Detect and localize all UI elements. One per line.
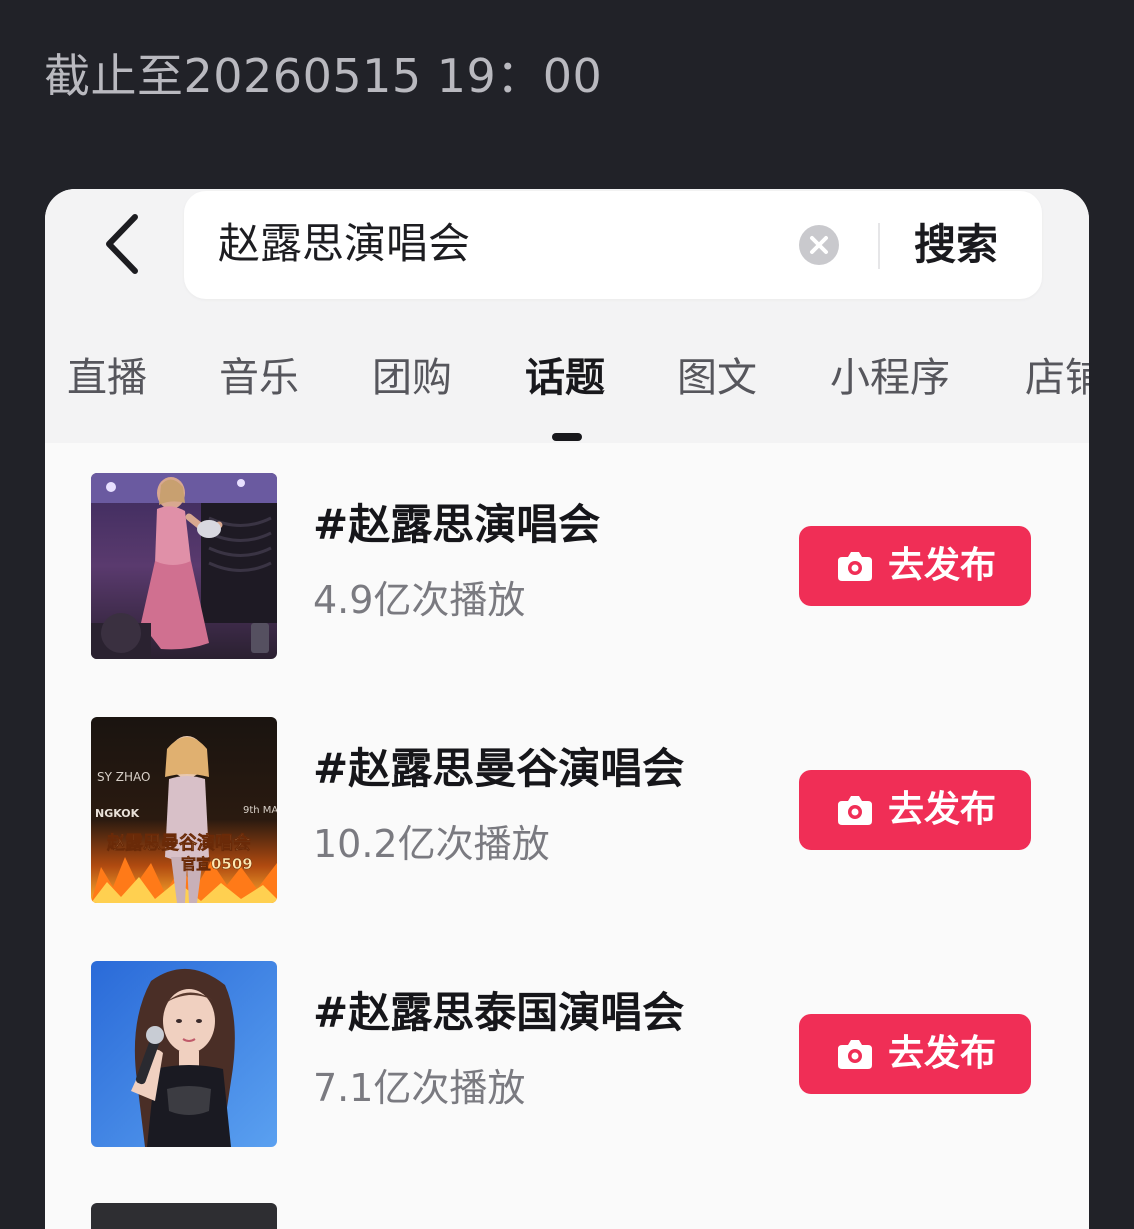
- publish-button[interactable]: 去发布: [799, 1014, 1031, 1094]
- topic-row[interactable]: #赵露思演唱会 4.9亿次播放 去发布: [45, 443, 1089, 687]
- topic-play-count: 10.2亿次播放: [313, 822, 550, 866]
- search-divider: [878, 223, 880, 269]
- publish-button-label: 去发布: [887, 1033, 996, 1074]
- publish-button-label: 去发布: [887, 789, 996, 830]
- search-input[interactable]: [218, 214, 778, 274]
- tab-shops[interactable]: 店铺: [1025, 345, 1089, 411]
- topic-row[interactable]: #赵露思泰国演唱会 7.1亿次播放 去发布: [45, 931, 1089, 1175]
- poster-date-text: 9th MA: [243, 805, 277, 816]
- topic-title[interactable]: #赵露思曼谷演唱会: [313, 739, 684, 799]
- search-box: 搜索: [184, 191, 1042, 299]
- publish-button-label: 去发布: [887, 545, 996, 586]
- tab-live[interactable]: 直播: [67, 345, 147, 411]
- tab-image-text[interactable]: 图文: [677, 345, 757, 411]
- search-button[interactable]: 搜索: [914, 213, 998, 277]
- topic-row[interactable]: SY ZHAO NGKOK 9th MA 赵露思曼谷演唱会 官宣0509 #赵露…: [45, 687, 1089, 931]
- category-tabs: 直播 音乐 团购 话题 图文 小程序 店铺: [45, 345, 1089, 411]
- poster-headline-text: 赵露思曼谷演唱会: [106, 832, 251, 854]
- topic-title[interactable]: #赵露思泰国演唱会: [313, 983, 684, 1043]
- tab-music[interactable]: 音乐: [219, 345, 299, 411]
- chevron-left-icon: [106, 214, 138, 274]
- poster-name-text: SY ZHAO: [97, 770, 150, 784]
- topic-thumbnail[interactable]: [91, 961, 277, 1147]
- screenshot-caption: 截止至20260515 19：00: [44, 49, 603, 103]
- poster-subline-text: 官宣0509: [181, 855, 253, 873]
- camera-icon: [837, 796, 872, 825]
- publish-button[interactable]: 去发布: [799, 526, 1031, 606]
- topic-thumbnail[interactable]: [91, 473, 277, 659]
- singer-with-microphone-photo: [91, 961, 277, 1147]
- topic-thumbnail[interactable]: SY ZHAO NGKOK 9th MA 赵露思曼谷演唱会 官宣0509: [91, 717, 277, 903]
- douyin-search-card: 搜索 直播 音乐 团购 话题 图文 小程序 店铺: [45, 189, 1089, 1229]
- camera-icon: [837, 1040, 872, 1069]
- topic-title[interactable]: #赵露思演唱会: [313, 495, 600, 555]
- back-button[interactable]: [93, 209, 153, 279]
- topic-play-count: 7.1亿次播放: [313, 1066, 526, 1110]
- search-header: 搜索 直播 音乐 团购 话题 图文 小程序 店铺: [45, 189, 1089, 443]
- topic-play-count: 4.9亿次播放: [313, 578, 526, 622]
- tab-group-buy[interactable]: 团购: [372, 345, 452, 411]
- camera-icon: [837, 552, 872, 581]
- tab-topics[interactable]: 话题: [525, 345, 605, 411]
- tab-mini-programs[interactable]: 小程序: [830, 345, 950, 411]
- stage-performance-photo: [91, 473, 277, 659]
- active-tab-indicator: [552, 433, 582, 441]
- poster-place-text: NGKOK: [95, 807, 140, 820]
- publish-button[interactable]: 去发布: [799, 770, 1031, 850]
- clear-circle-icon[interactable]: [798, 224, 840, 266]
- concert-poster: SY ZHAO NGKOK 9th MA 赵露思曼谷演唱会 官宣0509: [91, 717, 277, 903]
